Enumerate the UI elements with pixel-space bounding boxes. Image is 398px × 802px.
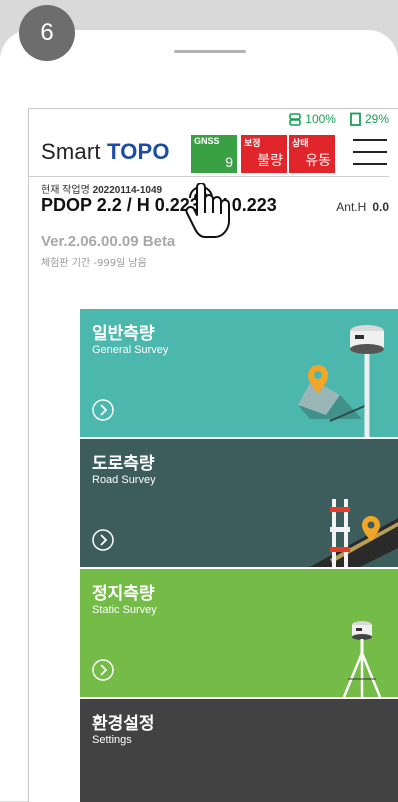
version-text: Ver.2.06.00.09 Beta xyxy=(41,233,176,250)
static-tripod-icon xyxy=(342,621,382,697)
correction-status-button[interactable]: 보정 불량 xyxy=(241,135,287,173)
gnss-satellite-count: 9 xyxy=(225,154,233,170)
current-job: 현재 작업명 20220114-1049 xyxy=(41,181,162,196)
phone-speaker xyxy=(174,50,246,53)
tap-hand-icon xyxy=(185,183,230,238)
settings-card[interactable]: 환경설정 Settings xyxy=(80,699,398,802)
antenna-height: Ant.H 0.0 xyxy=(336,200,389,214)
fix-label: 상태 xyxy=(292,138,309,148)
chevron-right-circle-icon xyxy=(92,659,114,681)
ant-value: 0.0 xyxy=(372,200,389,214)
road-survey-card[interactable]: 도로측량 Road Survey xyxy=(80,439,398,567)
ant-label: Ant.H xyxy=(336,200,367,214)
app-title: Smart TOPO xyxy=(41,139,170,165)
general-survey-card[interactable]: 일반측량 General Survey xyxy=(80,309,398,437)
fix-status-button[interactable]: 상태 유동 xyxy=(289,135,335,173)
card-title-kor: 일반측량 xyxy=(92,324,155,344)
chevron-right-circle-icon xyxy=(92,529,114,551)
card-title-eng: Road Survey xyxy=(92,474,156,486)
correction-label: 보정 xyxy=(244,138,261,148)
header-divider xyxy=(29,176,389,177)
correction-value: 불량 xyxy=(257,152,283,168)
road-survey-icon xyxy=(310,499,398,567)
hamburger-menu-icon[interactable] xyxy=(353,139,387,169)
precision-readout: PDOP 2.2 / H 0.223 / V 0.223 xyxy=(41,195,277,215)
app-title-bold: TOPO xyxy=(107,139,170,164)
static-survey-card[interactable]: 정지측량 Static Survey xyxy=(80,569,398,697)
gnss-level: 100% xyxy=(305,112,336,126)
gnss-receiver-icon xyxy=(289,112,302,126)
step-badge: 6 xyxy=(19,5,75,61)
trial-period-text: 체험판 기간 -999일 남음 xyxy=(41,258,147,269)
card-title-eng: Settings xyxy=(92,734,132,746)
fix-value: 유동 xyxy=(305,152,331,168)
gnss-status-button[interactable]: GNSS 9 xyxy=(191,135,237,173)
gnss-label: GNSS xyxy=(194,136,220,146)
card-title-eng: Static Survey xyxy=(92,604,157,616)
chevron-right-circle-icon xyxy=(92,399,114,421)
card-title-kor: 정지측량 xyxy=(92,584,155,604)
battery-level: 29% xyxy=(364,112,389,126)
card-title-kor: 환경설정 xyxy=(92,714,155,734)
battery-icon xyxy=(350,112,361,126)
app-title-plain: Smart xyxy=(41,139,101,164)
gnss-rover-survey-icon xyxy=(298,325,384,437)
card-title-eng: General Survey xyxy=(92,344,169,356)
status-bar: 100% 29% xyxy=(289,112,389,126)
card-title-kor: 도로측량 xyxy=(92,454,155,474)
